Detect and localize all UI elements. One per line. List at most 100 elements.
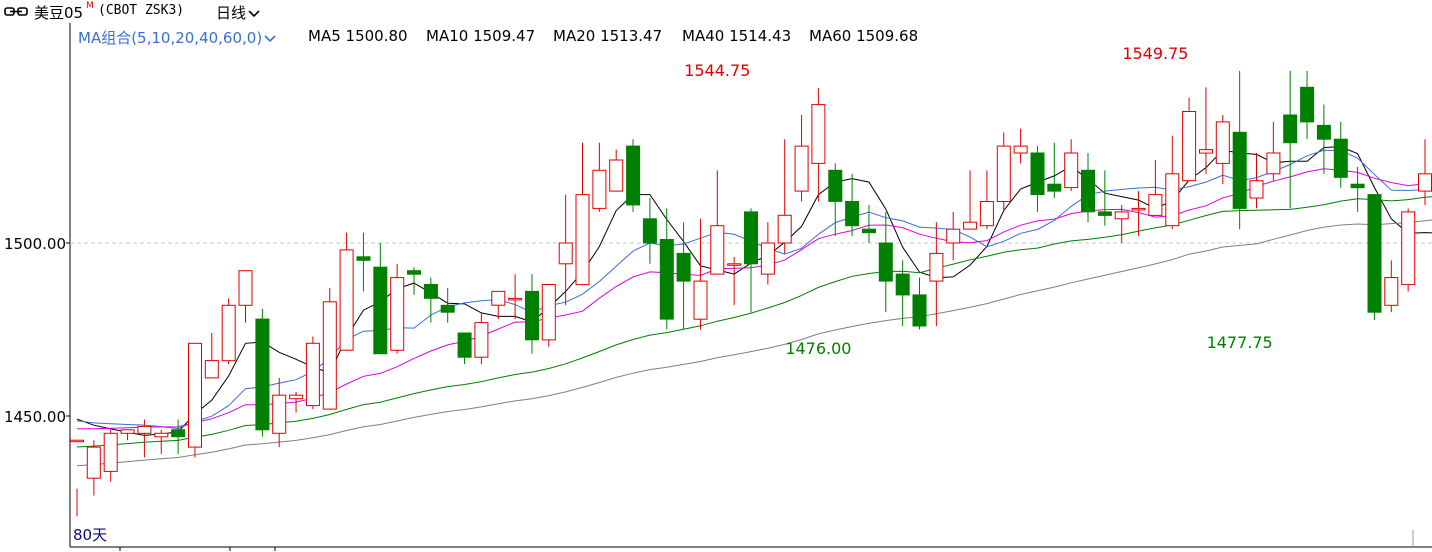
candle-body-up xyxy=(221,304,236,362)
candle xyxy=(1232,70,1247,230)
period-length-label: 80天 xyxy=(73,526,108,544)
candle xyxy=(356,232,371,292)
candle xyxy=(862,204,876,243)
candle xyxy=(710,170,725,275)
candle-body-down xyxy=(1333,138,1348,178)
candle xyxy=(811,88,826,202)
candle-body-up xyxy=(946,228,961,244)
candle xyxy=(1367,194,1382,320)
period-select-label: 日线 xyxy=(216,4,247,22)
candle-body-up xyxy=(272,394,287,434)
candle xyxy=(440,287,455,323)
candle xyxy=(1401,208,1416,292)
period-select[interactable]: 日线 xyxy=(216,2,260,23)
candle-body-down xyxy=(525,290,539,341)
candle xyxy=(592,142,607,212)
high-price-label: 1549.75 xyxy=(1122,44,1188,63)
candle xyxy=(322,287,337,410)
candle-body-up xyxy=(760,242,775,275)
candle xyxy=(1047,142,1062,199)
candle-body-down xyxy=(1047,183,1062,192)
candle-body-down xyxy=(1081,169,1095,213)
candle xyxy=(1097,170,1112,226)
candle xyxy=(1215,114,1230,185)
candle xyxy=(996,132,1011,212)
candle-body-down xyxy=(457,332,472,358)
candle-body-up xyxy=(1148,194,1163,216)
candle xyxy=(558,194,573,306)
candle-body-up xyxy=(1114,211,1129,220)
candle xyxy=(626,139,641,212)
symbol-name: 美豆05 xyxy=(34,4,84,22)
candle xyxy=(744,208,758,313)
candle-body-down xyxy=(878,242,893,282)
candle-body-up xyxy=(963,221,978,230)
candle-body-up xyxy=(1064,152,1079,189)
candle xyxy=(86,440,101,496)
candle-body-up xyxy=(188,342,202,448)
candle xyxy=(1316,104,1331,174)
candle-body-up xyxy=(1131,207,1146,211)
candle-body-up xyxy=(103,432,118,472)
candle xyxy=(305,336,320,410)
candle xyxy=(676,222,691,330)
chevron-down-icon xyxy=(248,9,260,17)
candle-body-up xyxy=(929,252,944,282)
candle-body-up xyxy=(1266,152,1281,175)
candle xyxy=(204,332,219,379)
candle-body-up xyxy=(996,145,1011,203)
candle-body-up xyxy=(1401,211,1416,286)
candle-body-down xyxy=(1030,152,1045,195)
candle-body-up xyxy=(1013,145,1028,154)
candle-body-down xyxy=(1316,124,1331,140)
candle xyxy=(845,173,860,237)
high-price-label: 1544.75 xyxy=(684,61,750,80)
candle-body-up xyxy=(508,297,523,301)
candle xyxy=(188,342,202,458)
candle-body-down xyxy=(1350,183,1365,189)
candle xyxy=(1013,128,1028,164)
candle-body-up xyxy=(289,394,304,400)
candle xyxy=(70,439,84,517)
candle-body-down xyxy=(1300,86,1315,123)
candle-body-down xyxy=(895,273,910,296)
candle xyxy=(895,260,910,327)
ma20-line xyxy=(76,168,1432,430)
candle xyxy=(171,419,186,455)
candlestick-chart[interactable]: 1500.00 1450.00 1544.75 1476.00 1549.75 1477… xyxy=(0,23,1432,552)
grid-layer: 1500.00 1450.00 xyxy=(4,23,1432,551)
candle-body-up xyxy=(609,159,624,192)
candle-body-up xyxy=(811,104,826,164)
candle xyxy=(878,211,893,313)
y-tick-label: 1450.00 xyxy=(4,408,66,426)
candle xyxy=(457,332,472,365)
candle-body-up xyxy=(693,280,708,320)
candle xyxy=(929,222,944,327)
candle xyxy=(103,429,118,482)
candle-body-down xyxy=(1283,114,1298,144)
candle-body-up xyxy=(979,201,994,227)
candle xyxy=(575,142,590,286)
candle xyxy=(760,222,775,285)
candle xyxy=(255,308,270,437)
candle xyxy=(120,429,135,441)
candle-body-down xyxy=(862,228,876,234)
label-layer: 1544.75 1476.00 1549.75 1477.75 xyxy=(684,44,1273,358)
candle xyxy=(1199,87,1213,174)
symbol-suffix: M xyxy=(86,1,94,11)
candle-body-up xyxy=(137,425,152,434)
candle xyxy=(1418,139,1432,205)
candle-body-up xyxy=(339,249,354,351)
link-icon[interactable] xyxy=(4,6,28,17)
candle-body-down xyxy=(440,304,455,313)
candle xyxy=(727,256,742,306)
candle-body-up xyxy=(491,290,506,306)
candle-body-up xyxy=(474,322,489,358)
candle-body-up xyxy=(1418,173,1432,192)
candle-body-up xyxy=(558,242,573,265)
candle-body-up xyxy=(390,277,405,351)
candle xyxy=(1182,97,1197,182)
candle xyxy=(1030,146,1045,212)
candle xyxy=(642,198,657,264)
top-bar: 美豆05 M (CBOT ZSK3) 日线 xyxy=(0,0,1432,23)
